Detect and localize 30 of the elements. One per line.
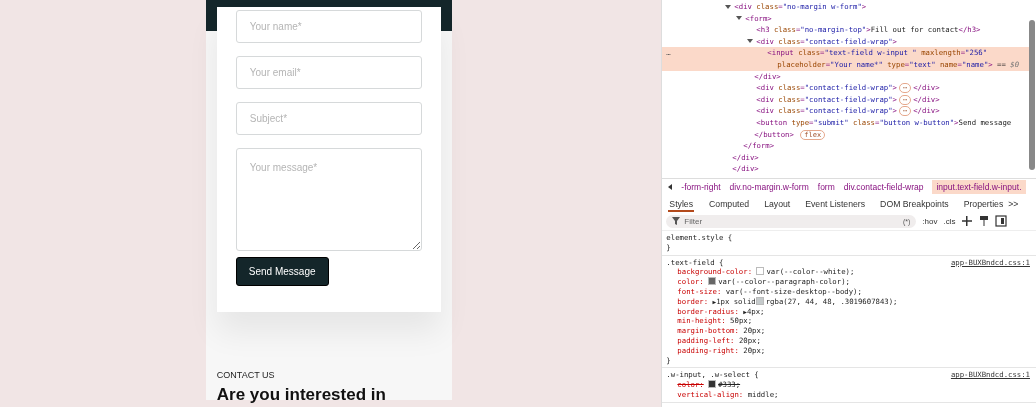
sidebar-toggle-icon[interactable]	[995, 215, 1008, 227]
disclosure-triangle-icon[interactable]	[747, 39, 754, 44]
plus-icon[interactable]	[961, 215, 974, 227]
hover-state-toggle[interactable]: :hov	[922, 216, 938, 226]
filter-icon	[672, 217, 681, 225]
breadcrumb-item[interactable]: div.no-margin.w-form	[729, 179, 809, 194]
panel-tab[interactable]: Event Listeners	[805, 199, 866, 212]
panel-tab[interactable]: Computed	[709, 199, 750, 212]
breadcrumb-item[interactable]: div.contact-field-wrap	[843, 179, 924, 194]
text-field[interactable]: Your name*	[235, 10, 422, 43]
text-field[interactable]: Your email*	[235, 56, 422, 89]
scroll-left-icon[interactable]	[668, 183, 673, 190]
message-field[interactable]: Your message*	[235, 148, 422, 251]
panel-tab[interactable]: Layout	[764, 199, 791, 212]
more-tabs-button[interactable]: >>	[1008, 199, 1019, 212]
scrollbar[interactable]	[1029, 20, 1035, 170]
panel-tab[interactable]: Styles	[668, 199, 695, 212]
send-message-button[interactable]: Send Message	[235, 257, 329, 286]
section-heading: Are you interested in	[216, 387, 387, 402]
panel-tab[interactable]: Properties	[963, 199, 1004, 212]
paint-roller-icon[interactable]	[979, 215, 990, 227]
class-toggle[interactable]: .cls	[943, 216, 956, 226]
disclosure-triangle-icon[interactable]	[725, 4, 732, 9]
text-field[interactable]: Subject*	[235, 102, 422, 135]
panel-tab[interactable]: DOM Breakpoints	[880, 199, 949, 212]
breadcrumb-item[interactable]: -form-right	[681, 179, 721, 194]
breadcrumb-item[interactable]: form	[817, 179, 835, 194]
section-label: CONTACT US	[216, 370, 276, 380]
breadcrumb-item[interactable]: input.text-field.w-input.	[932, 179, 1026, 194]
disclosure-triangle-icon[interactable]	[736, 16, 743, 21]
